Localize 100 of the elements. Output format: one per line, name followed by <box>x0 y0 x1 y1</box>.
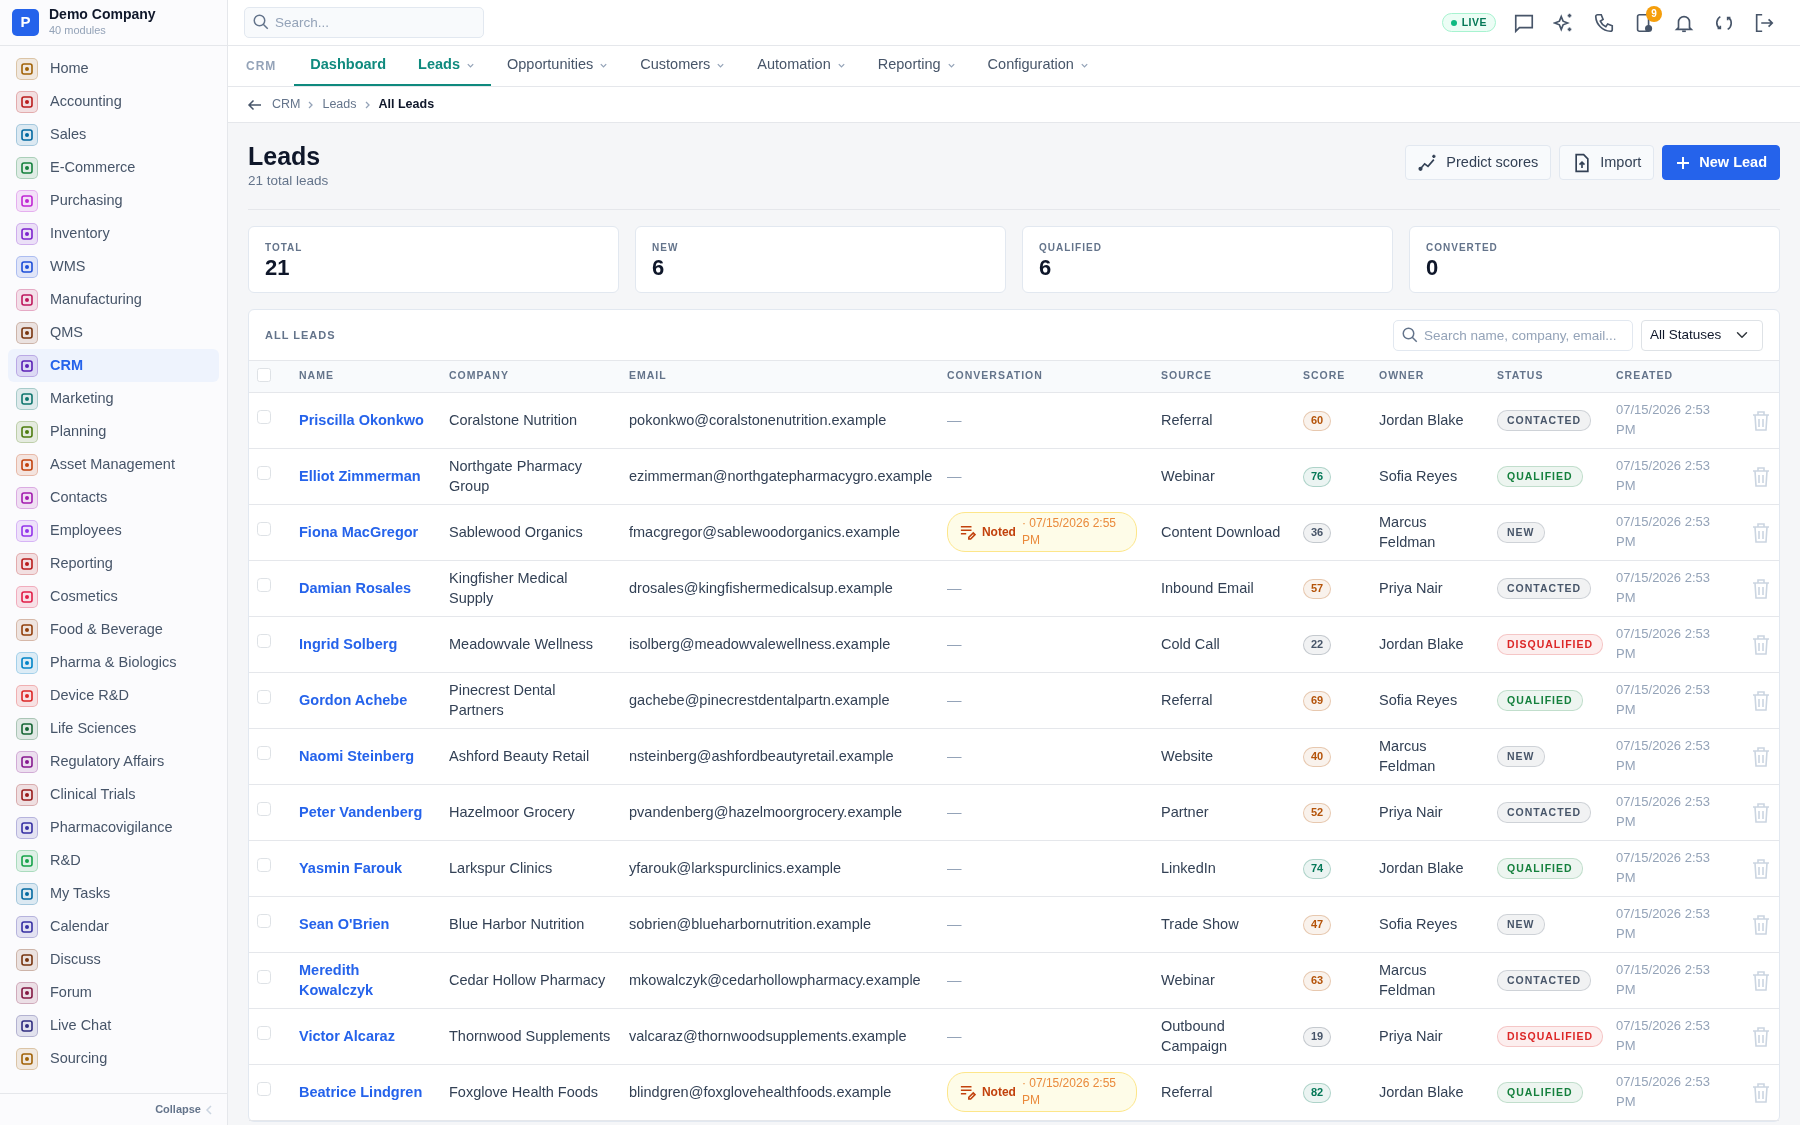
collapse-button[interactable]: Collapse <box>155 1101 213 1118</box>
breadcrumb-link[interactable]: Leads <box>322 95 357 114</box>
lead-name-link[interactable]: Ingrid Solberg <box>299 634 433 655</box>
sidebar-item[interactable]: Pharmacovigilance <box>8 811 219 844</box>
trash-icon[interactable] <box>1752 466 1770 487</box>
nav-tab[interactable]: Automation <box>741 46 862 86</box>
trash-icon[interactable] <box>1752 634 1770 655</box>
lead-name-link[interactable]: Sean O'Brien <box>299 914 433 935</box>
row-checkbox[interactable] <box>257 1082 271 1096</box>
sidebar-item[interactable]: Device R&D <box>8 679 219 712</box>
sidebar-item[interactable]: R&D <box>8 844 219 877</box>
status-filter[interactable]: All Statuses <box>1641 319 1763 351</box>
sidebar-item[interactable]: Reporting <box>8 547 219 580</box>
import-button[interactable]: Import <box>1559 145 1655 180</box>
sidebar-item[interactable]: Pharma & Biologics <box>8 646 219 679</box>
sidebar-item[interactable]: Cosmetics <box>8 580 219 613</box>
email-text: ezimmerman@northgatepharmacygro.example <box>629 468 933 484</box>
sidebar-item[interactable]: My Tasks <box>8 877 219 910</box>
lead-name-link[interactable]: Victor Alcaraz <box>299 1026 433 1047</box>
sidebar-item[interactable]: Sourcing <box>8 1042 219 1075</box>
sidebar-item[interactable]: Food & Beverage <box>8 613 219 646</box>
status-badge: CONTACTED <box>1497 578 1592 599</box>
sidebar-item[interactable]: Forum <box>8 976 219 1009</box>
sidebar-item[interactable]: Manufacturing <box>8 283 219 316</box>
lead-name-link[interactable]: Gordon Achebe <box>299 690 433 711</box>
created-date: 07/15/2026 2:53 PM <box>1616 793 1711 832</box>
empty-dash: — <box>947 860 962 876</box>
lead-name-link[interactable]: Beatrice Lindgren <box>299 1082 433 1103</box>
sidebar-item[interactable]: Contacts <box>8 481 219 514</box>
sidebar-item[interactable]: Accounting <box>8 85 219 118</box>
company-name: Pinecrest Dental Partners <box>449 681 556 719</box>
predict-scores-button[interactable]: Predict scores <box>1405 145 1552 180</box>
lead-name-link[interactable]: Meredith Kowalczyk <box>299 959 433 1001</box>
sidebar-item[interactable]: Life Sciences <box>8 712 219 745</box>
row-checkbox[interactable] <box>257 970 271 984</box>
nav-tab[interactable]: Customers <box>624 46 742 86</box>
select-all-checkbox[interactable] <box>257 368 271 383</box>
trash-icon[interactable] <box>1752 578 1770 599</box>
trash-icon[interactable] <box>1752 522 1770 543</box>
sidebar-item[interactable]: Employees <box>8 514 219 547</box>
row-checkbox[interactable] <box>257 858 271 872</box>
sidebar-item[interactable]: Discuss <box>8 943 219 976</box>
sidebar-item[interactable]: Home <box>8 52 219 85</box>
row-checkbox[interactable] <box>257 1026 271 1040</box>
sidebar-item[interactable]: Asset Management <box>8 448 219 481</box>
row-checkbox[interactable] <box>257 578 271 592</box>
company-name: Coralstone Nutrition <box>449 412 578 428</box>
trash-icon[interactable] <box>1752 914 1770 935</box>
sidebar-item[interactable]: CRM <box>8 349 219 382</box>
status-badge: QUALIFIED <box>1497 690 1583 711</box>
row-checkbox[interactable] <box>257 466 271 480</box>
row-checkbox[interactable] <box>257 634 271 648</box>
trash-icon[interactable] <box>1752 1026 1770 1047</box>
sidebar-item[interactable]: QMS <box>8 316 219 349</box>
created-date: 07/15/2026 2:53 PM <box>1616 849 1711 888</box>
source-text: Website <box>1161 748 1214 764</box>
sidebar-item[interactable]: Regulatory Affairs <box>8 745 219 778</box>
trash-icon[interactable] <box>1752 802 1770 823</box>
trash-icon[interactable] <box>1752 858 1770 879</box>
row-checkbox[interactable] <box>257 802 271 816</box>
nav-tab[interactable]: Opportunities <box>491 46 625 86</box>
lead-name-link[interactable]: Priscilla Okonkwo <box>299 410 433 431</box>
sidebar-item[interactable]: Marketing <box>8 382 219 415</box>
sidebar-item[interactable]: Clinical Trials <box>8 778 219 811</box>
search-field[interactable]: Search... <box>244 7 484 38</box>
lead-name-link[interactable]: Fiona MacGregor <box>299 522 433 543</box>
trash-icon[interactable] <box>1752 410 1770 431</box>
nav-tab[interactable]: Reporting <box>861 46 972 86</box>
table-search-field[interactable]: Search name, company, email... <box>1393 319 1633 351</box>
chevron-left-icon <box>205 1104 213 1115</box>
section-label: CRM <box>246 58 277 75</box>
company-name: Blue Harbor Nutrition <box>449 916 585 932</box>
trash-icon[interactable] <box>1752 690 1770 711</box>
sidebar-item[interactable]: Live Chat <box>8 1009 219 1042</box>
sidebar-item[interactable]: E-Commerce <box>8 151 219 184</box>
lead-name-link[interactable]: Elliot Zimmerman <box>299 466 433 487</box>
breadcrumb-link[interactable]: CRM <box>272 95 301 114</box>
lead-name-link[interactable]: Peter Vandenberg <box>299 802 433 823</box>
owner-name: Priya Nair <box>1379 580 1443 596</box>
lead-name-link[interactable]: Damian Rosales <box>299 578 433 599</box>
owner-name: Jordan Blake <box>1379 412 1464 428</box>
nav-tab[interactable]: Configuration <box>971 46 1105 86</box>
sidebar-item[interactable]: WMS <box>8 250 219 283</box>
status-badge: QUALIFIED <box>1497 858 1583 879</box>
row-checkbox[interactable] <box>257 690 271 704</box>
row-checkbox[interactable] <box>257 914 271 928</box>
trash-icon[interactable] <box>1752 746 1770 767</box>
trash-icon[interactable] <box>1752 1082 1770 1103</box>
new-lead-button[interactable]: New Lead <box>1662 145 1780 180</box>
sidebar-item[interactable]: Inventory <box>8 217 219 250</box>
sidebar-item[interactable]: Sales <box>8 118 219 151</box>
row-checkbox[interactable] <box>257 522 271 536</box>
lead-name-link[interactable]: Naomi Steinberg <box>299 746 433 767</box>
sidebar-item[interactable]: Planning <box>8 415 219 448</box>
trash-icon[interactable] <box>1752 970 1770 991</box>
row-checkbox[interactable] <box>257 746 271 760</box>
row-checkbox[interactable] <box>257 410 271 424</box>
sidebar-item[interactable]: Purchasing <box>8 184 219 217</box>
lead-name-link[interactable]: Yasmin Farouk <box>299 858 433 879</box>
sidebar-item[interactable]: Calendar <box>8 910 219 943</box>
